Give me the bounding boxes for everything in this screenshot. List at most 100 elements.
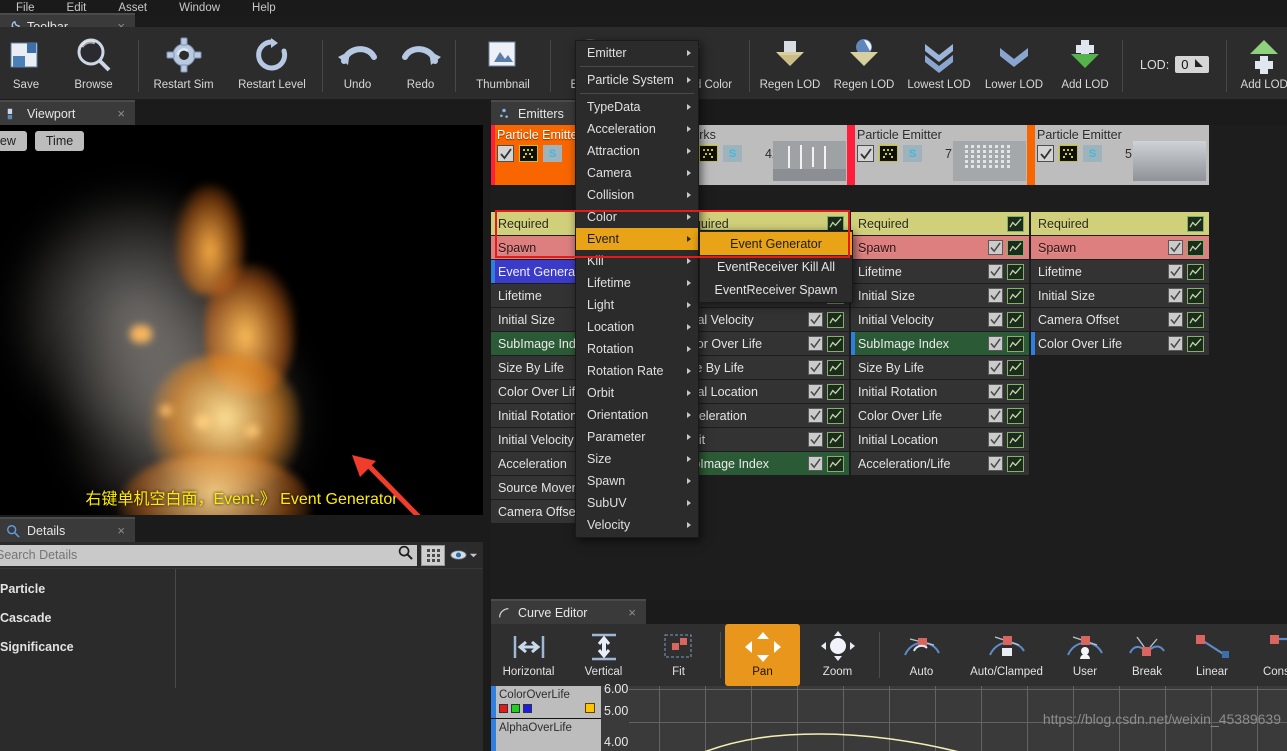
curve-pan-button[interactable]: Pan bbox=[725, 624, 800, 686]
module-curve-button[interactable] bbox=[827, 335, 844, 352]
ctx-item-attraction[interactable]: Attraction bbox=[576, 140, 698, 162]
module-curve-button[interactable] bbox=[1007, 287, 1024, 304]
module-curve-button[interactable] bbox=[1187, 287, 1204, 304]
viewport-render-canvas[interactable]: View Time 右键单机空白面，Event-》 Event Generato… bbox=[0, 125, 483, 515]
ctx-item-rotation-rate[interactable]: Rotation Rate bbox=[576, 360, 698, 382]
emitter-module-row[interactable]: Initial Rotation bbox=[851, 380, 1029, 404]
emitter-module-row[interactable]: Initial Size bbox=[851, 284, 1029, 308]
curve-track-coloroverlife[interactable]: ColorOverLife bbox=[491, 686, 601, 719]
emitter-typedata-slot[interactable] bbox=[1031, 185, 1209, 212]
curve-break-button[interactable]: Break bbox=[1116, 624, 1178, 686]
curve-constant-button[interactable]: Constant bbox=[1246, 624, 1287, 686]
ctx-item-typedata[interactable]: TypeData bbox=[576, 96, 698, 118]
module-enable-checkbox[interactable] bbox=[988, 384, 1003, 399]
regen-lod-button[interactable]: Regen LOD bbox=[753, 29, 827, 100]
module-enable-checkbox[interactable] bbox=[988, 312, 1003, 327]
lowest-lod-button[interactable]: Lowest LOD bbox=[901, 29, 977, 100]
ctx-item-parameter[interactable]: Parameter bbox=[576, 426, 698, 448]
module-enable-checkbox[interactable] bbox=[988, 360, 1003, 375]
curve-auto-button[interactable]: Auto bbox=[884, 624, 959, 686]
ctx-item-light[interactable]: Light bbox=[576, 294, 698, 316]
module-curve-button[interactable] bbox=[827, 311, 844, 328]
ctx-item-location[interactable]: Location bbox=[576, 316, 698, 338]
emitter-render-toggle-icon[interactable] bbox=[699, 145, 718, 162]
emitter-module-row[interactable]: Required bbox=[1031, 212, 1209, 236]
thumbnail-button[interactable]: Thumbnail bbox=[459, 29, 547, 100]
swatch-green[interactable] bbox=[511, 704, 520, 713]
emitter-render-toggle-icon[interactable] bbox=[519, 145, 538, 162]
menu-item-window[interactable]: Window bbox=[163, 0, 236, 16]
viewport-dock-tab[interactable]: Viewport × bbox=[0, 100, 135, 125]
emitter-module-row[interactable]: Spawn bbox=[1031, 236, 1209, 260]
module-curve-button[interactable] bbox=[1007, 335, 1024, 352]
ctx-item-spawn[interactable]: Spawn bbox=[576, 470, 698, 492]
curve-linear-button[interactable]: Linear bbox=[1178, 624, 1246, 686]
ctx-item-rotation[interactable]: Rotation bbox=[576, 338, 698, 360]
curve-fit-vertical-button[interactable]: Vertical bbox=[566, 624, 641, 686]
emitter-module-row[interactable]: Camera Offset bbox=[1031, 308, 1209, 332]
emitter-module-row[interactable]: Lifetime bbox=[1031, 260, 1209, 284]
ctx-item-lifetime[interactable]: Lifetime bbox=[576, 272, 698, 294]
emitter-render-toggle-icon[interactable] bbox=[879, 145, 898, 162]
context-menu[interactable]: Emitter Particle System TypeData Accelera… bbox=[575, 40, 699, 538]
details-row-cascade[interactable]: Cascade bbox=[0, 604, 175, 633]
ctx-item-size[interactable]: Size bbox=[576, 448, 698, 470]
emitter-module-row[interactable]: Initial Location bbox=[851, 428, 1029, 452]
module-curve-button[interactable] bbox=[827, 407, 844, 424]
details-grid-view-button[interactable] bbox=[421, 544, 445, 566]
ctx-item-event[interactable]: Event bbox=[576, 228, 698, 250]
submenu-item-eventreceiver-kill-all[interactable]: EventReceiver Kill All bbox=[700, 255, 852, 278]
module-curve-button[interactable] bbox=[1007, 431, 1024, 448]
swatch-blue[interactable] bbox=[523, 704, 532, 713]
emitter-column[interactable]: Particle Emitter S 5 Required Spawn Lifetime I… bbox=[1031, 125, 1209, 600]
emitter-module-row[interactable]: Color Over Life bbox=[851, 404, 1029, 428]
add-lod-up-button[interactable]: Add LOD bbox=[1230, 29, 1287, 100]
emitter-solo-toggle[interactable]: S bbox=[543, 145, 562, 162]
module-curve-button[interactable] bbox=[1007, 407, 1024, 424]
curve-fit-button[interactable]: Fit bbox=[641, 624, 716, 686]
module-curve-button[interactable] bbox=[1007, 455, 1024, 472]
undo-button[interactable]: Undo bbox=[326, 29, 389, 100]
search-input-wrapper[interactable] bbox=[0, 544, 417, 566]
emitter-header[interactable]: Particle Emitter S 7 bbox=[851, 125, 1031, 185]
viewport-panel[interactable]: View Time 右键单机空白面，Event-》 Event Generato… bbox=[0, 125, 483, 515]
ctx-item-orbit[interactable]: Orbit bbox=[576, 382, 698, 404]
search-input[interactable] bbox=[0, 548, 398, 562]
module-enable-checkbox[interactable] bbox=[988, 336, 1003, 351]
module-enable-checkbox[interactable] bbox=[808, 384, 823, 399]
menu-item-help[interactable]: Help bbox=[236, 0, 292, 16]
event-submenu[interactable]: Event Generator EventReceiver Kill All Eve… bbox=[699, 230, 853, 303]
module-enable-checkbox[interactable] bbox=[808, 360, 823, 375]
module-enable-checkbox[interactable] bbox=[988, 288, 1003, 303]
emitter-module-row[interactable]: Initial Velocity bbox=[851, 308, 1029, 332]
browse-button[interactable]: Browse bbox=[52, 29, 135, 100]
emitter-module-row[interactable]: Initial Size bbox=[1031, 284, 1209, 308]
curve-zoom-button[interactable]: Zoom bbox=[800, 624, 875, 686]
swatch-red[interactable] bbox=[499, 704, 508, 713]
module-enable-checkbox[interactable] bbox=[1168, 288, 1183, 303]
redo-button[interactable]: Redo bbox=[389, 29, 452, 100]
viewport-tab-close-icon[interactable]: × bbox=[113, 106, 129, 121]
module-curve-button[interactable] bbox=[1187, 335, 1204, 352]
module-enable-checkbox[interactable] bbox=[1168, 264, 1183, 279]
module-enable-checkbox[interactable] bbox=[988, 264, 1003, 279]
save-button[interactable]: Save bbox=[0, 29, 52, 100]
lod-selector[interactable]: LOD: 0 bbox=[1126, 29, 1223, 100]
ctx-item-collision[interactable]: Collision bbox=[576, 184, 698, 206]
ctx-item-acceleration[interactable]: Acceleration bbox=[576, 118, 698, 140]
regen-lod-duplicate-button[interactable]: Regen LOD bbox=[827, 29, 901, 100]
module-curve-button[interactable] bbox=[827, 359, 844, 376]
search-icon[interactable] bbox=[398, 545, 413, 565]
emitter-module-row[interactable]: Spawn bbox=[851, 236, 1029, 260]
module-curve-button[interactable] bbox=[1007, 383, 1024, 400]
emitter-column[interactable]: Particle Emitter S 7 Required Spawn Lifetime I… bbox=[851, 125, 1031, 600]
module-enable-checkbox[interactable] bbox=[808, 456, 823, 471]
emitter-module-row[interactable]: Lifetime bbox=[851, 260, 1029, 284]
curve-track-alphaoverlife[interactable]: AlphaOverLife bbox=[491, 719, 601, 751]
lower-lod-button[interactable]: Lower LOD bbox=[977, 29, 1051, 100]
module-enable-checkbox[interactable] bbox=[808, 408, 823, 423]
module-enable-checkbox[interactable] bbox=[988, 240, 1003, 255]
curve-editor-tab-close-icon[interactable]: × bbox=[624, 605, 640, 620]
add-lod-down-button[interactable]: Add LOD bbox=[1051, 29, 1119, 100]
module-curve-button[interactable] bbox=[1007, 359, 1024, 376]
